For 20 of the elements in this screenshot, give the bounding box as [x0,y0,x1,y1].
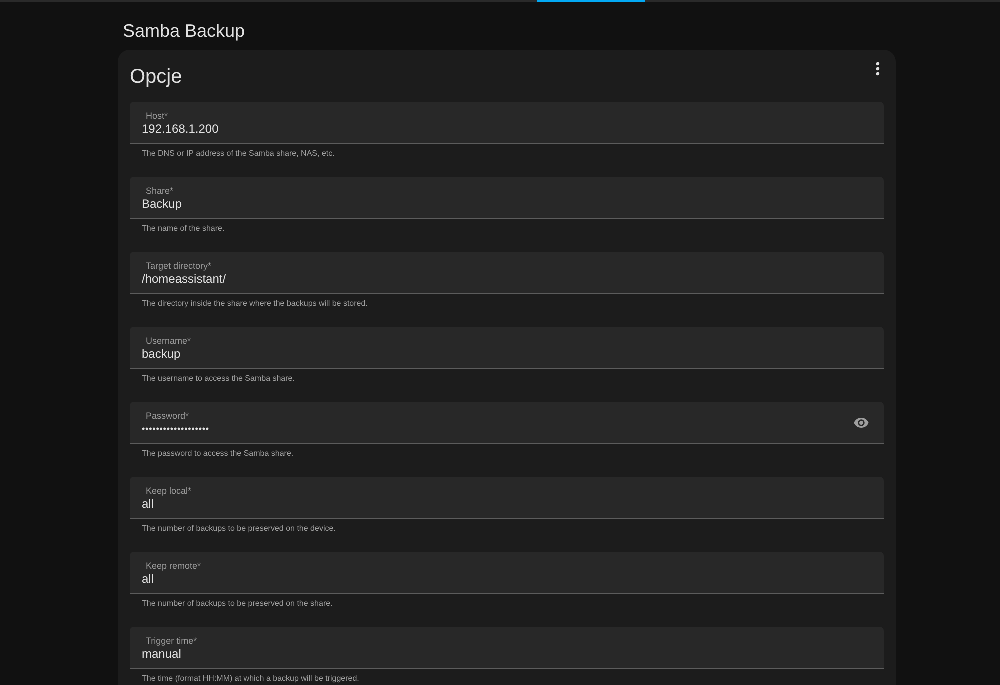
eye-icon[interactable] [854,418,869,428]
text-field[interactable]: Trigger time* manual [130,627,884,669]
helper-text: The number of backups to be preserved on the share. [141,598,334,610]
helper-text: The password to access the Samba share. [141,448,295,460]
text-field[interactable]: Keep remote* all [130,552,884,594]
helper-text: The username to access the Samba share. [141,373,296,385]
helper-text: The directory inside the share where the backups will be stored. [141,298,369,310]
helper-text: The DNS or IP address of the Samba share, NAS, etc. [141,148,336,160]
text-field[interactable]: Host* 192.168.1.200 [130,102,884,144]
page-title: Samba Backup [123,20,246,42]
text-field[interactable]: Target directory* /homeassistant/ [130,252,884,294]
text-field[interactable]: Username* backup [130,327,884,369]
more-options-icon[interactable] [876,62,880,76]
text-field[interactable]: Share* Backup [130,177,884,219]
text-field[interactable]: Keep local* all [130,477,884,519]
card-title: Opcje [130,65,182,89]
helper-text: The number of backups to be preserved on the device. [141,523,337,535]
helper-text: The time (format HH:MM) at which a backup will be triggered. [141,673,360,685]
password-field[interactable]: Password* ••••••••••••••••••• [130,402,884,444]
helper-text: The name of the share. [141,223,226,235]
